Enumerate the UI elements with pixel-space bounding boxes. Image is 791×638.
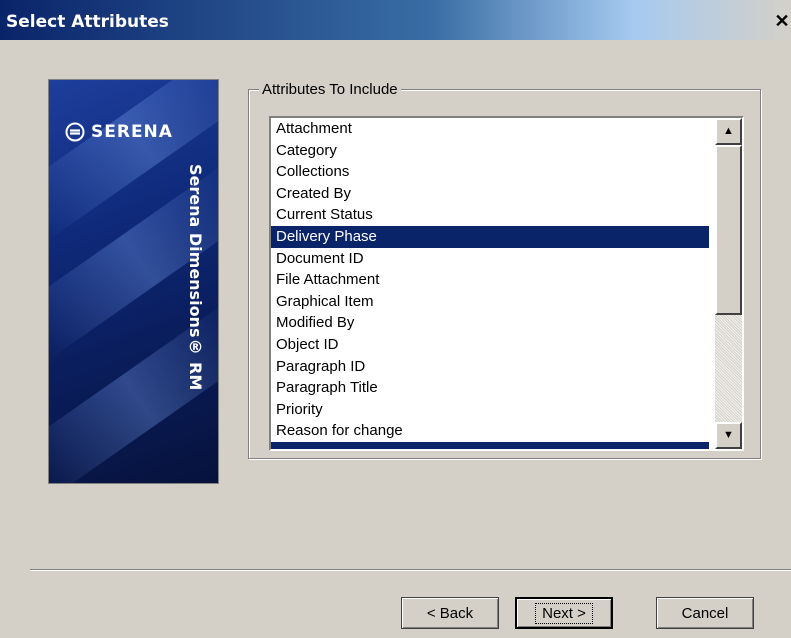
vertical-scrollbar[interactable]: ▲ ▼ (715, 118, 742, 449)
list-item[interactable]: Modified By (271, 312, 709, 334)
close-icon[interactable]: ✕ (773, 12, 791, 30)
list-item[interactable]: Collections (271, 161, 709, 183)
scroll-down-icon[interactable]: ▼ (715, 422, 742, 449)
list-item[interactable]: Reason for change (271, 420, 709, 442)
back-button[interactable]: < Back (401, 597, 499, 629)
scroll-thumb[interactable] (715, 145, 742, 315)
list-item[interactable] (271, 441, 709, 449)
attributes-list: Attachment Category Collections Created By C… (271, 118, 709, 449)
list-item[interactable]: Delivery Phase (271, 225, 709, 248)
group-label: Attributes To Include (259, 81, 401, 98)
serena-logo-icon (65, 122, 85, 142)
list-item[interactable]: Category (271, 140, 709, 162)
scroll-up-icon[interactable]: ▲ (715, 118, 742, 145)
next-button-label: Next > (535, 603, 593, 624)
list-item[interactable]: Graphical Item (271, 291, 709, 313)
next-button[interactable]: Next > (515, 597, 613, 629)
list-item[interactable]: Current Status (271, 204, 709, 226)
logo-text: SERENA (91, 122, 173, 142)
list-item[interactable]: Priority (271, 399, 709, 421)
list-item[interactable]: Object ID (271, 334, 709, 356)
window-title: Select Attributes (6, 12, 169, 32)
attributes-group: Attributes To Include Attachment Category… (248, 81, 761, 459)
serena-logo: SERENA (65, 122, 173, 142)
list-item[interactable]: File Attachment (271, 269, 709, 291)
footer-separator (30, 569, 791, 571)
cancel-button[interactable]: Cancel (656, 597, 754, 629)
list-item[interactable]: Paragraph ID (271, 356, 709, 378)
list-item[interactable]: Attachment (271, 118, 709, 140)
serena-banner: SERENA Serena Dimensions® RM (48, 79, 219, 484)
title-bar: Select Attributes ✕ (0, 0, 791, 40)
list-item[interactable]: Paragraph Title (271, 377, 709, 399)
attributes-listbox[interactable]: Attachment Category Collections Created By C… (269, 116, 744, 451)
list-item[interactable]: Document ID (271, 248, 709, 270)
product-name: Serena Dimensions® RM (186, 164, 205, 391)
list-item[interactable]: Created By (271, 183, 709, 205)
